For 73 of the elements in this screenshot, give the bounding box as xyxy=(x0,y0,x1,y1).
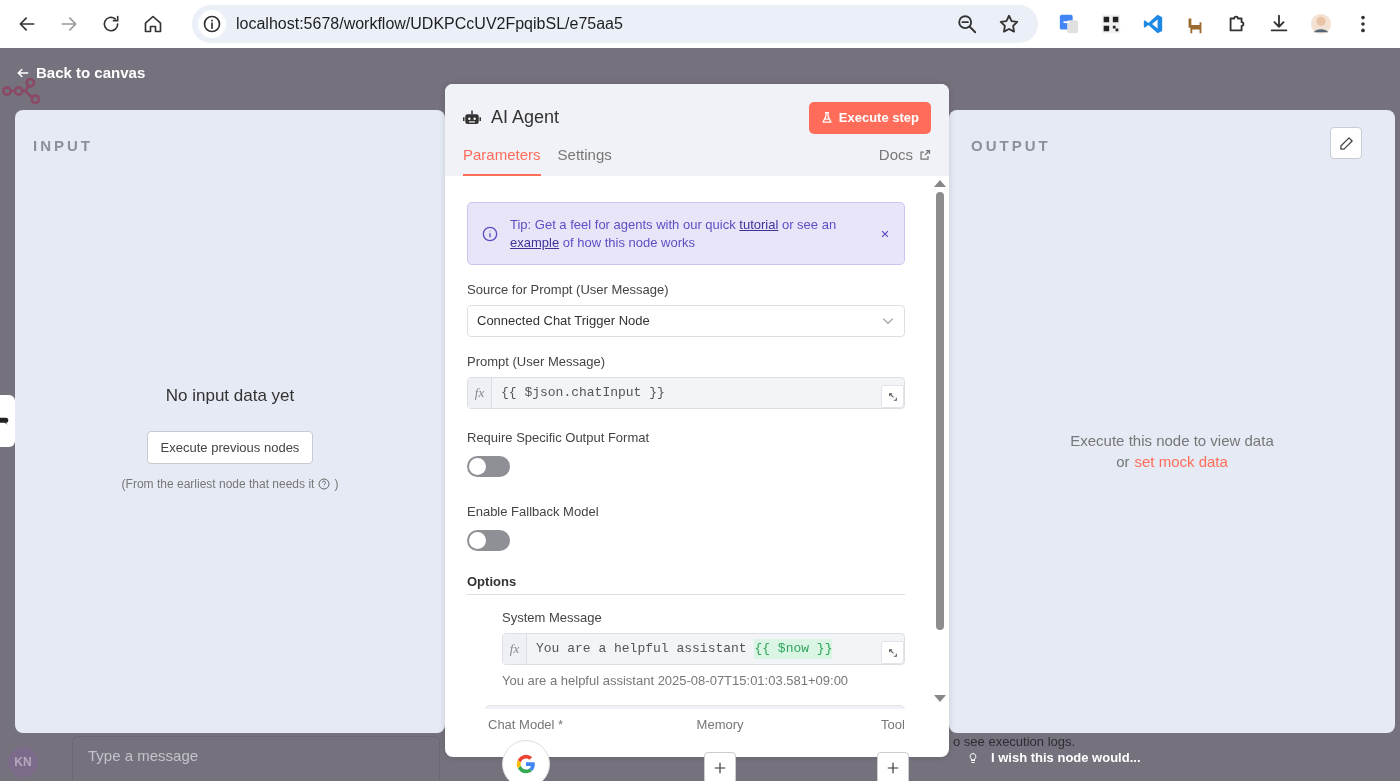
expression-token: {{ $now }} xyxy=(754,639,833,659)
field-label: System Message xyxy=(502,610,603,627)
reload-icon[interactable] xyxy=(101,14,121,34)
back-link[interactable]: Back to canvas xyxy=(16,62,146,85)
options-heading: Options xyxy=(467,574,905,596)
forward-icon[interactable] xyxy=(59,14,79,34)
tip-link[interactable]: tutorial xyxy=(739,217,779,232)
expand-button[interactable] xyxy=(881,385,904,409)
connector-label: Chat Model * xyxy=(488,716,564,734)
info-icon xyxy=(482,225,498,242)
or-text: or xyxy=(1116,452,1130,472)
g-logo-icon xyxy=(514,752,537,775)
flask-icon xyxy=(820,111,833,125)
empty-message: Execute this node to view data xyxy=(1070,431,1274,451)
model-button[interactable] xyxy=(501,739,550,781)
panel-title: INPUT xyxy=(33,136,93,156)
fx-label: fx xyxy=(503,634,527,665)
url-text: localhost:5678/workflow/UDKPCcUV2FpqibSL/e75aa5 xyxy=(236,14,624,34)
pencil-icon xyxy=(1338,135,1354,151)
select-field[interactable]: Connected Chat Trigger Node xyxy=(467,305,905,338)
plus-icon xyxy=(713,760,728,775)
add-button[interactable] xyxy=(877,751,909,781)
expression-text: You are a helpful assistant xyxy=(536,640,748,659)
execute-previous-button[interactable]: Execute previous nodes xyxy=(146,430,314,464)
expression-field[interactable]: fx You are a helpful assistant {{ $now }} xyxy=(502,633,905,666)
plus-icon xyxy=(886,760,900,775)
avatar: KN xyxy=(8,747,38,777)
tip-text: Tip: Get a feel for agents with our quick tutorial or see an example of how this node works xyxy=(510,216,838,252)
close-icon[interactable] xyxy=(880,228,890,239)
field-label: Prompt (User Message) xyxy=(467,354,606,371)
hint-text: (From the earliest node that needs it xyxy=(121,476,315,493)
chat-tab[interactable] xyxy=(0,395,15,447)
toggle-switch[interactable] xyxy=(467,456,510,478)
empty-heading: No input data yet xyxy=(165,385,295,407)
connector-label: Memory xyxy=(696,716,744,734)
tab[interactable]: Parameters xyxy=(463,143,541,176)
node-title: AI Agent xyxy=(491,106,560,130)
execute-step-button[interactable]: Execute step xyxy=(808,102,931,134)
field-label: Require Specific Output Format xyxy=(467,430,651,447)
connector-label: Tool xyxy=(881,716,905,734)
field-label: Enable Fallback Model xyxy=(467,504,600,521)
qr-code-icon[interactable] xyxy=(1100,13,1122,35)
toggle-switch[interactable] xyxy=(467,530,510,552)
field-label: Source for Prompt (User Message) xyxy=(467,282,670,299)
robot-icon xyxy=(463,108,481,127)
expression-text: {{ $json.chatInput }} xyxy=(501,384,665,403)
add-button[interactable] xyxy=(704,751,737,781)
edit-button[interactable] xyxy=(1330,127,1362,159)
address-bar[interactable]: localhost:5678/workflow/UDKPCcUV2FpqibSL/e75aa5 xyxy=(192,5,1038,43)
chat-input-field[interactable]: Type a message xyxy=(72,736,440,781)
tab[interactable]: Settings xyxy=(557,143,612,176)
docs-link[interactable]: Docs xyxy=(878,143,931,176)
hint-text: ) xyxy=(334,476,339,493)
tip-link[interactable]: example xyxy=(510,234,560,250)
fx-label: fx xyxy=(468,378,492,409)
avatar-icon[interactable] xyxy=(1310,13,1332,35)
expression-preview: You are a helpful assistant 2025-08-07T15:01:03.581+09:00 xyxy=(502,672,850,691)
back-icon[interactable] xyxy=(17,14,37,34)
expression-field[interactable]: fx {{ $json.chatInput }} xyxy=(467,377,905,410)
feedback-link[interactable]: I wish this node would... xyxy=(991,750,1141,765)
lightbulb-icon xyxy=(967,750,979,765)
expand-icon xyxy=(887,391,898,402)
help-icon[interactable] xyxy=(318,478,331,490)
external-link-icon xyxy=(919,148,931,161)
expand-icon xyxy=(887,647,898,658)
info-icon xyxy=(202,14,222,34)
panel-title: OUTPUT xyxy=(971,136,1051,156)
zoom-out-icon[interactable] xyxy=(956,13,978,35)
home-icon[interactable] xyxy=(143,14,163,34)
log-hint: o see execution logs. xyxy=(953,735,1076,748)
star-icon[interactable] xyxy=(998,13,1020,35)
expand-button[interactable] xyxy=(881,641,904,665)
code-editor-icon[interactable] xyxy=(1142,13,1164,35)
